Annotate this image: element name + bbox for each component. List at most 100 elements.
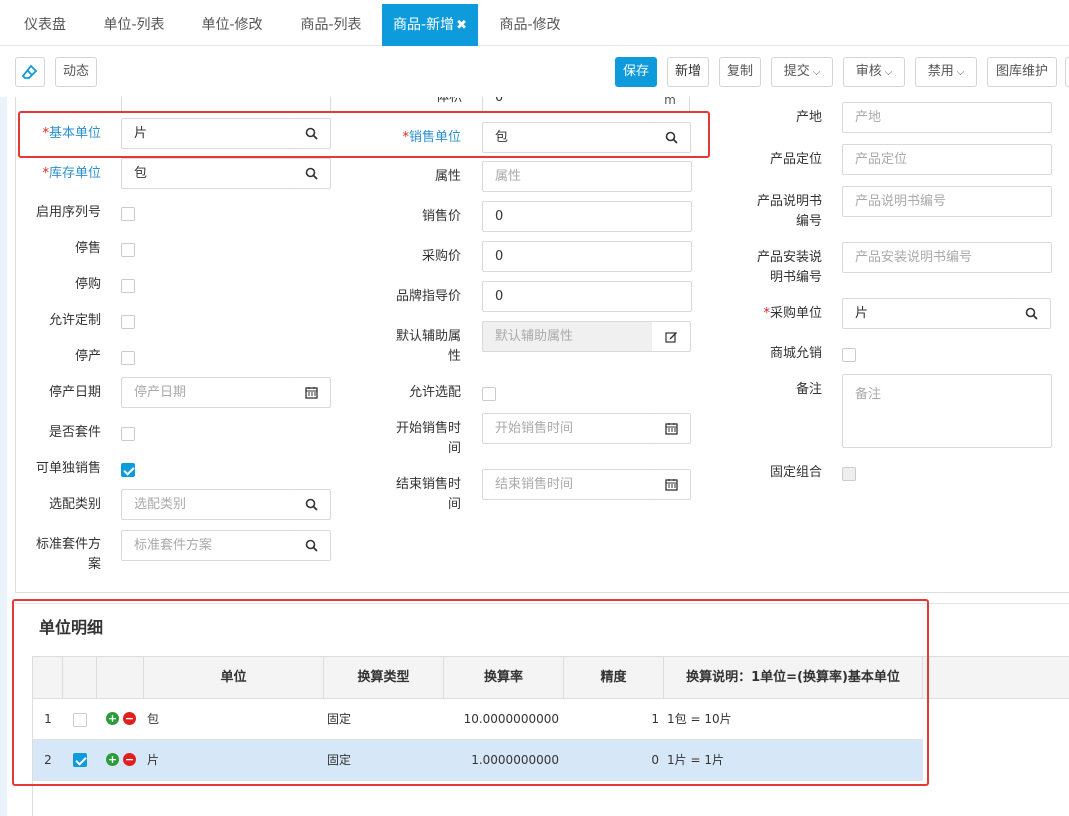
option-cat-input[interactable]: 选配类别: [121, 489, 293, 520]
tab-dashboard[interactable]: 仪表盘: [8, 0, 82, 46]
kit-plan-search[interactable]: [292, 530, 331, 561]
submit-button[interactable]: 提交 ⌵: [771, 57, 833, 87]
delete-row-icon[interactable]: −: [123, 712, 136, 725]
gallery-button[interactable]: 图库维护: [987, 57, 1057, 87]
cell-rate[interactable]: 10.0000000000: [444, 699, 559, 740]
add-row-icon[interactable]: +: [106, 753, 119, 766]
allow-opt-checkbox[interactable]: [482, 387, 496, 401]
stop-date-label: 停产日期: [48, 385, 101, 400]
tab-bar: 仪表盘 单位-列表 单位-修改 商品-列表 商品-新增 ✖ 商品-修改: [0, 0, 1069, 46]
is-kit-checkbox[interactable]: [121, 427, 135, 441]
tab-unit-list[interactable]: 单位-列表: [86, 0, 182, 46]
dynamic-button[interactable]: 动态: [55, 57, 97, 87]
eraser-button[interactable]: [15, 57, 45, 87]
sale-unit-search[interactable]: [652, 122, 691, 153]
cell-rate[interactable]: 1.0000000000: [444, 740, 559, 781]
tab-unit-edit[interactable]: 单位-修改: [186, 0, 278, 46]
table-row[interactable]: 1 + − 包 固定 10.0000000000 1 1包 = 10片: [33, 699, 923, 740]
mall-checkbox[interactable]: [842, 348, 856, 362]
mall-label: 商城允销: [769, 346, 822, 361]
sale-start-input[interactable]: 开始销售时间: [482, 413, 653, 444]
stock-unit-label-text: 库存单位: [48, 166, 101, 181]
is-kit-label: 是否套件: [48, 425, 101, 440]
install-no-input[interactable]: 产品安装说明书编号: [842, 242, 1052, 273]
position-input[interactable]: 产品定位: [842, 144, 1052, 175]
allow-opt-label: 允许选配: [408, 385, 461, 400]
delete-row-icon[interactable]: −: [123, 753, 136, 766]
sale-price-input[interactable]: 0: [482, 201, 692, 232]
stock-unit-search[interactable]: [292, 158, 331, 189]
add-row-icon[interactable]: +: [106, 712, 119, 725]
stock-unit-input[interactable]: 包: [121, 158, 293, 189]
row-number: 1: [44, 712, 52, 726]
tab-product-new[interactable]: 商品-新增 ✖: [382, 4, 478, 46]
table-row[interactable]: 2 + − 片 固定 1.0000000000 0 1片 = 1片: [33, 740, 923, 781]
kit-plan-input[interactable]: 标准套件方案: [121, 530, 293, 561]
tab-product-edit[interactable]: 商品-修改: [482, 0, 578, 46]
custom-checkbox[interactable]: [121, 315, 135, 329]
origin-input[interactable]: 产地: [842, 102, 1052, 133]
save-button[interactable]: 保存: [615, 57, 657, 87]
header-unit[interactable]: 单位: [144, 657, 324, 698]
cut-off-addon[interactable]: [292, 97, 331, 113]
tab-product-list[interactable]: 商品-列表: [284, 0, 378, 46]
cell-unit[interactable]: 片: [147, 740, 317, 781]
stock-unit-label: *库存单位: [26, 164, 101, 184]
buy-price-input[interactable]: 0: [482, 241, 692, 272]
cell-precision[interactable]: 0: [564, 740, 659, 781]
buy-unit-input[interactable]: 片: [842, 298, 1013, 329]
attr-input[interactable]: 属性: [482, 161, 692, 192]
fixed-combo-checkbox: [842, 467, 856, 481]
cell-precision[interactable]: 1: [564, 699, 659, 740]
base-unit-search[interactable]: [292, 118, 331, 149]
audit-label: 审核: [855, 64, 882, 79]
tab-label: 商品-修改: [499, 17, 561, 33]
aux-attr-edit[interactable]: [652, 321, 691, 352]
install-no-label-line2: 明书编号: [769, 270, 822, 285]
cell-unit[interactable]: 包: [147, 699, 317, 740]
sale-start-picker[interactable]: [652, 413, 691, 444]
header-precision[interactable]: 精度: [564, 657, 664, 698]
stop-date-picker[interactable]: [292, 377, 331, 408]
disable-button[interactable]: 禁用 ⌵: [915, 57, 977, 87]
row-checkbox[interactable]: [73, 753, 87, 767]
sale-price-label: 销售价: [421, 209, 461, 224]
sale-unit-input[interactable]: 包: [482, 122, 653, 153]
add-button[interactable]: 新增: [667, 57, 709, 87]
audit-button[interactable]: 审核 ⌵: [843, 57, 905, 87]
close-icon[interactable]: ✖: [456, 18, 467, 33]
cell-type[interactable]: 固定: [327, 740, 437, 781]
search-icon: [1025, 307, 1038, 320]
sale-unit-label-text: 销售单位: [408, 130, 461, 145]
more-button[interactable]: [1065, 57, 1069, 87]
kit-plan-label: 标准套件方案: [16, 535, 101, 575]
search-icon: [305, 539, 318, 552]
sale-end-input[interactable]: 结束销售时间: [482, 469, 653, 500]
brand-price-input[interactable]: 0: [482, 281, 692, 312]
serial-checkbox[interactable]: [121, 207, 135, 221]
aux-attr-input: 默认辅助属性: [482, 321, 653, 352]
base-unit-input[interactable]: 片: [121, 118, 293, 149]
cell-type[interactable]: 固定: [327, 699, 437, 740]
header-type[interactable]: 换算类型: [324, 657, 444, 698]
sale-start-label-line1: 开始销售时: [395, 421, 461, 436]
single-sale-checkbox[interactable]: [121, 463, 135, 477]
volume-input[interactable]: 0: [482, 97, 652, 113]
option-cat-label: 选配类别: [48, 497, 101, 512]
remark-textarea[interactable]: 备注: [842, 374, 1052, 448]
header-desc[interactable]: 换算说明：1单位=(换算率)基本单位: [664, 657, 923, 698]
option-cat-search[interactable]: [292, 489, 331, 520]
stop-date-input[interactable]: 停产日期: [121, 377, 293, 408]
stop-buy-checkbox[interactable]: [121, 279, 135, 293]
row-checkbox[interactable]: [73, 713, 87, 727]
custom-label: 允许定制: [48, 313, 101, 328]
header-rate[interactable]: 换算率: [444, 657, 564, 698]
manual-no-input[interactable]: 产品说明书编号: [842, 186, 1052, 217]
sale-start-label-line2: 间: [447, 441, 461, 456]
copy-button[interactable]: 复制: [719, 57, 761, 87]
stop-sale-checkbox[interactable]: [121, 243, 135, 257]
sale-end-picker[interactable]: [652, 469, 691, 500]
buy-unit-search[interactable]: [1012, 298, 1051, 329]
chevron-down-icon: ⌵: [812, 67, 821, 78]
stop-prod-checkbox[interactable]: [121, 351, 135, 365]
